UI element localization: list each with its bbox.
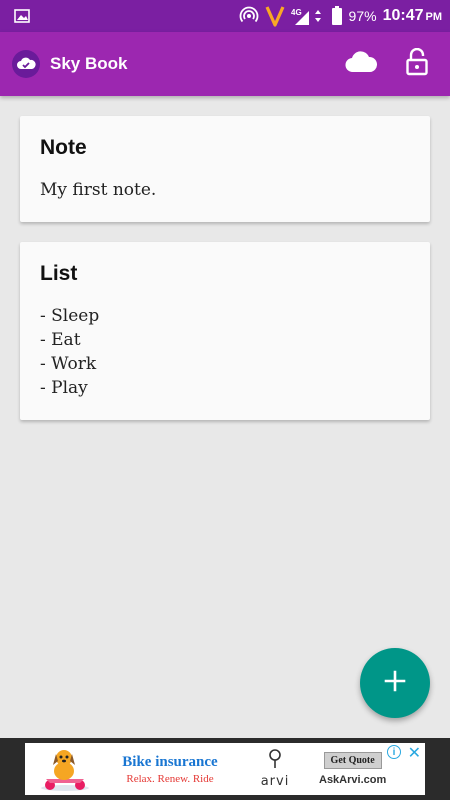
image-icon bbox=[14, 9, 30, 23]
ad-bar: Bike insurance Relax. Renew. Ride arvi G… bbox=[0, 738, 450, 800]
ad-domain: AskArvi.com bbox=[319, 774, 387, 786]
ad-info-icon[interactable]: i bbox=[387, 745, 401, 759]
battery-icon bbox=[331, 6, 343, 26]
note-title: Note bbox=[40, 136, 87, 159]
cloud-sync-button[interactable] bbox=[344, 47, 378, 81]
cloud-icon bbox=[345, 50, 378, 78]
notes-list: Note My first note. List - Sleep - Eat -… bbox=[0, 96, 450, 738]
note-card[interactable]: List - Sleep - Eat - Work - Play bbox=[20, 242, 430, 420]
clock-ampm: PM bbox=[425, 11, 443, 23]
status-bar: 4G 97% 10:47 PM bbox=[0, 0, 450, 32]
note-body: - Sleep - Eat - Work - Play bbox=[40, 306, 100, 398]
clock: 10:47 PM bbox=[383, 7, 442, 25]
ad-close-icon[interactable]: ✕ bbox=[408, 743, 421, 763]
dog-on-scooter-icon bbox=[25, 743, 105, 795]
hotspot-icon bbox=[239, 6, 259, 26]
add-note-button[interactable] bbox=[360, 648, 430, 718]
plus-icon bbox=[384, 670, 406, 697]
signal-4g-icon: 4G bbox=[291, 6, 325, 26]
app-bar: Sky Book bbox=[0, 32, 450, 96]
note-card[interactable]: Note My first note. bbox=[20, 116, 430, 222]
note-body: My first note. bbox=[40, 180, 157, 200]
arvi-logo-icon bbox=[268, 749, 282, 774]
clock-time: 10:47 bbox=[382, 7, 424, 24]
note-title: List bbox=[40, 262, 78, 285]
ad-brand: arvi bbox=[260, 774, 290, 789]
get-quote-button[interactable]: Get Quote bbox=[323, 752, 382, 769]
vodafone-v-icon bbox=[265, 5, 285, 27]
unlock-button[interactable] bbox=[400, 47, 434, 81]
app-title: Sky Book bbox=[50, 54, 128, 73]
ad-banner[interactable]: Bike insurance Relax. Renew. Ride arvi G… bbox=[25, 743, 425, 795]
ad-headline: Bike insurance bbox=[122, 753, 218, 770]
app-logo-icon bbox=[12, 50, 40, 78]
unlock-icon bbox=[405, 47, 429, 81]
battery-percent: 97% bbox=[348, 8, 377, 24]
network-type-label: 4G bbox=[291, 8, 302, 17]
ad-tagline: Relax. Renew. Ride bbox=[126, 772, 214, 785]
